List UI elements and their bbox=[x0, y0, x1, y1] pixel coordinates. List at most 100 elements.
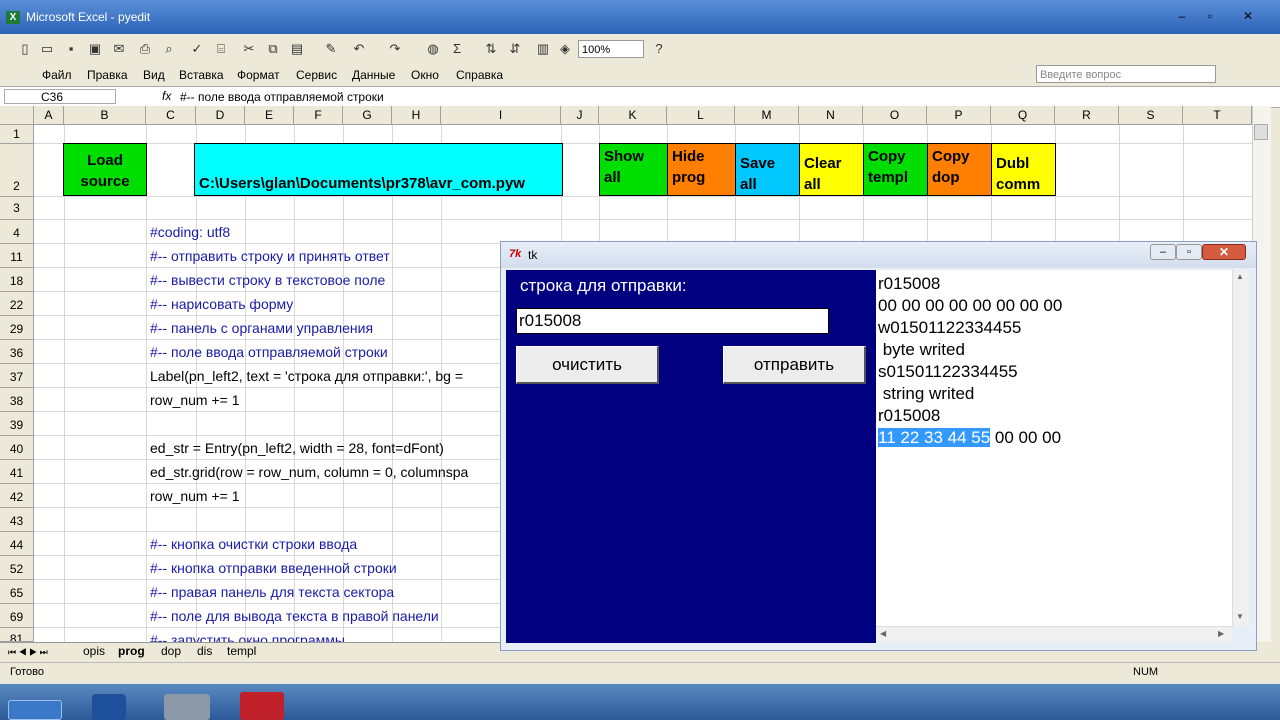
dubl-comm-button[interactable]: Dubl comm bbox=[991, 143, 1056, 196]
undo-icon[interactable]: ↶ bbox=[350, 41, 368, 57]
menu-tools[interactable]: Сервис bbox=[296, 68, 337, 82]
column-header[interactable]: J bbox=[561, 106, 599, 125]
menu-help[interactable]: Справка bbox=[456, 68, 503, 82]
tab-prog[interactable]: prog bbox=[118, 644, 145, 658]
tab-nav-arrows-icon[interactable]: ⏮ ◀ ▶ ⏭ bbox=[8, 647, 48, 658]
column-header[interactable]: E bbox=[245, 106, 294, 125]
column-header[interactable]: I bbox=[441, 106, 561, 125]
source-path-button[interactable]: C:\Users\glan\Documents\pr378\avr_com.py… bbox=[194, 143, 563, 196]
column-header[interactable]: L bbox=[667, 106, 735, 125]
row-header[interactable]: 69 bbox=[0, 604, 34, 628]
cell-c40[interactable]: ed_str = Entry(pn_left2, width = 28, fon… bbox=[150, 440, 444, 456]
app-m-icon[interactable] bbox=[240, 692, 284, 720]
virtualbox-icon[interactable] bbox=[92, 694, 126, 720]
start-button-icon[interactable] bbox=[8, 700, 62, 720]
row-header[interactable]: 38 bbox=[0, 388, 34, 412]
row-header[interactable]: 52 bbox=[0, 556, 34, 580]
column-header[interactable]: A bbox=[34, 106, 64, 125]
row-header[interactable]: 39 bbox=[0, 412, 34, 436]
new-file-icon[interactable]: ▯ bbox=[16, 41, 34, 57]
open-folder-icon[interactable]: ▭ bbox=[38, 41, 56, 57]
row-header[interactable]: 18 bbox=[0, 268, 34, 292]
copy-icon[interactable]: ⧉ bbox=[264, 41, 282, 57]
formula-content[interactable]: #-- поле ввода отправляемой строки bbox=[180, 90, 384, 104]
menu-insert[interactable]: Вставка bbox=[179, 68, 224, 82]
row-header[interactable]: 1 bbox=[0, 125, 34, 144]
save-icon[interactable]: ▪ bbox=[62, 41, 80, 57]
tk-minimize-icon[interactable]: – bbox=[1150, 244, 1176, 260]
row-header[interactable]: 81 bbox=[0, 628, 34, 642]
fx-icon[interactable]: fx bbox=[162, 89, 171, 103]
cut-icon[interactable]: ✂ bbox=[240, 41, 258, 57]
format-painter-icon[interactable]: ✎ bbox=[322, 41, 340, 57]
permission-icon[interactable]: ▣ bbox=[86, 41, 104, 57]
tk-close-icon[interactable]: ✕ bbox=[1202, 244, 1246, 260]
column-header[interactable]: H bbox=[392, 106, 441, 125]
cell-c18[interactable]: #-- вывести строку в текстовое поле bbox=[150, 272, 385, 288]
scroll-down-icon[interactable]: ▼ bbox=[1236, 612, 1244, 621]
tab-dop[interactable]: dop bbox=[161, 644, 181, 658]
scroll-right-icon[interactable]: ▶ bbox=[1218, 629, 1224, 638]
clear-button[interactable]: очистить bbox=[516, 346, 659, 384]
cell-c44[interactable]: #-- кнопка очистки строки ввода bbox=[150, 536, 357, 552]
send-button[interactable]: отправить bbox=[723, 346, 866, 384]
load-source-button[interactable]: Load source bbox=[63, 143, 147, 196]
menu-window[interactable]: Окно bbox=[411, 68, 439, 82]
column-header[interactable]: G bbox=[343, 106, 392, 125]
cell-c11[interactable]: #-- отправить строку и принять ответ bbox=[150, 248, 390, 264]
tab-dis[interactable]: dis bbox=[197, 644, 212, 658]
row-header[interactable]: 41 bbox=[0, 460, 34, 484]
menu-file[interactable]: Файл bbox=[42, 68, 72, 82]
scroll-up-icon[interactable]: ▲ bbox=[1236, 272, 1244, 281]
row-header[interactable]: 2 bbox=[0, 144, 34, 197]
column-header[interactable]: M bbox=[735, 106, 799, 125]
column-header[interactable]: N bbox=[799, 106, 863, 125]
tab-opis[interactable]: opis bbox=[83, 644, 105, 658]
row-header[interactable]: 42 bbox=[0, 484, 34, 508]
row-header[interactable]: 40 bbox=[0, 436, 34, 460]
row-header[interactable]: 43 bbox=[0, 508, 34, 532]
help-icon[interactable]: ? bbox=[650, 41, 668, 57]
column-header[interactable]: P bbox=[927, 106, 991, 125]
tk-maximize-icon[interactable]: ▫ bbox=[1176, 244, 1202, 260]
cell-c38[interactable]: row_num += 1 bbox=[150, 392, 240, 408]
redo-icon[interactable]: ↷ bbox=[386, 41, 404, 57]
menu-view[interactable]: Вид bbox=[143, 68, 165, 82]
paste-icon[interactable]: ▤ bbox=[288, 41, 306, 57]
menu-data[interactable]: Данные bbox=[352, 68, 395, 82]
column-header[interactable]: Q bbox=[991, 106, 1055, 125]
row-header[interactable]: 29 bbox=[0, 316, 34, 340]
cell-c4[interactable]: #coding: utf8 bbox=[150, 224, 230, 240]
menu-format[interactable]: Формат bbox=[237, 68, 280, 82]
spelling-icon[interactable]: ✓ bbox=[188, 41, 206, 57]
send-string-input[interactable]: r015008 bbox=[516, 308, 829, 334]
cell-c69[interactable]: #-- поле для вывода текста в правой пане… bbox=[150, 608, 439, 624]
print-icon[interactable]: ⎙ bbox=[136, 41, 154, 57]
sort-descending-icon[interactable]: ⇵ bbox=[506, 41, 524, 57]
cell-c42[interactable]: row_num += 1 bbox=[150, 488, 240, 504]
minimize-icon[interactable]: – bbox=[1170, 8, 1194, 26]
row-header[interactable]: 4 bbox=[0, 220, 34, 244]
row-header[interactable]: 65 bbox=[0, 580, 34, 604]
maximize-icon[interactable]: ▫ bbox=[1198, 8, 1222, 26]
column-header[interactable]: F bbox=[294, 106, 343, 125]
row-header[interactable]: 22 bbox=[0, 292, 34, 316]
cell-c36[interactable]: #-- поле ввода отправляемой строки bbox=[150, 344, 388, 360]
cell-c52[interactable]: #-- кнопка отправки введенной строки bbox=[150, 560, 397, 576]
drawing-icon[interactable]: ◈ bbox=[556, 41, 574, 57]
name-box[interactable]: C36 bbox=[4, 89, 116, 104]
chart-wizard-icon[interactable]: ▥ bbox=[534, 41, 552, 57]
select-all-corner[interactable] bbox=[0, 106, 34, 125]
menu-edit[interactable]: Правка bbox=[87, 68, 128, 82]
column-header[interactable]: S bbox=[1119, 106, 1183, 125]
row-header[interactable]: 3 bbox=[0, 197, 34, 220]
copy-dop-button[interactable]: Copy dop bbox=[927, 143, 992, 196]
excel-taskbar-icon[interactable] bbox=[164, 694, 210, 720]
zoom-select[interactable]: 100% bbox=[578, 40, 644, 58]
clear-all-button[interactable]: Clear all bbox=[799, 143, 864, 196]
cell-c29[interactable]: #-- панель с органами управления bbox=[150, 320, 373, 336]
column-header[interactable]: D bbox=[196, 106, 245, 125]
cell-c37[interactable]: Label(pn_left2, text = 'строка для отпра… bbox=[150, 368, 463, 384]
column-header[interactable]: B bbox=[64, 106, 146, 125]
close-icon[interactable]: ✕ bbox=[1236, 8, 1260, 26]
